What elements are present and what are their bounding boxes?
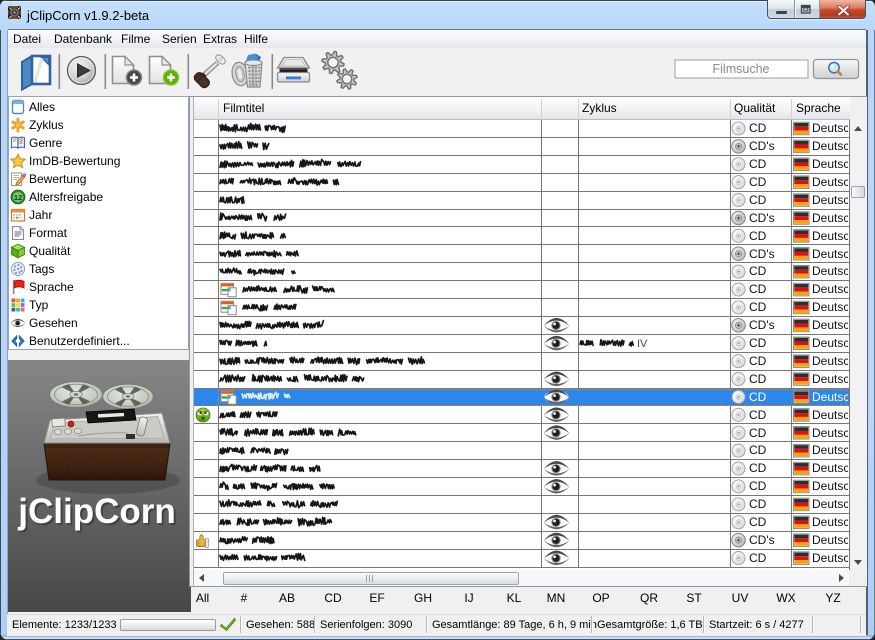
- svg-text:jClipCorn: jClipCorn: [17, 492, 175, 531]
- svg-text:Filmsuche: Filmsuche: [713, 62, 770, 76]
- svg-text:12: 12: [14, 193, 22, 202]
